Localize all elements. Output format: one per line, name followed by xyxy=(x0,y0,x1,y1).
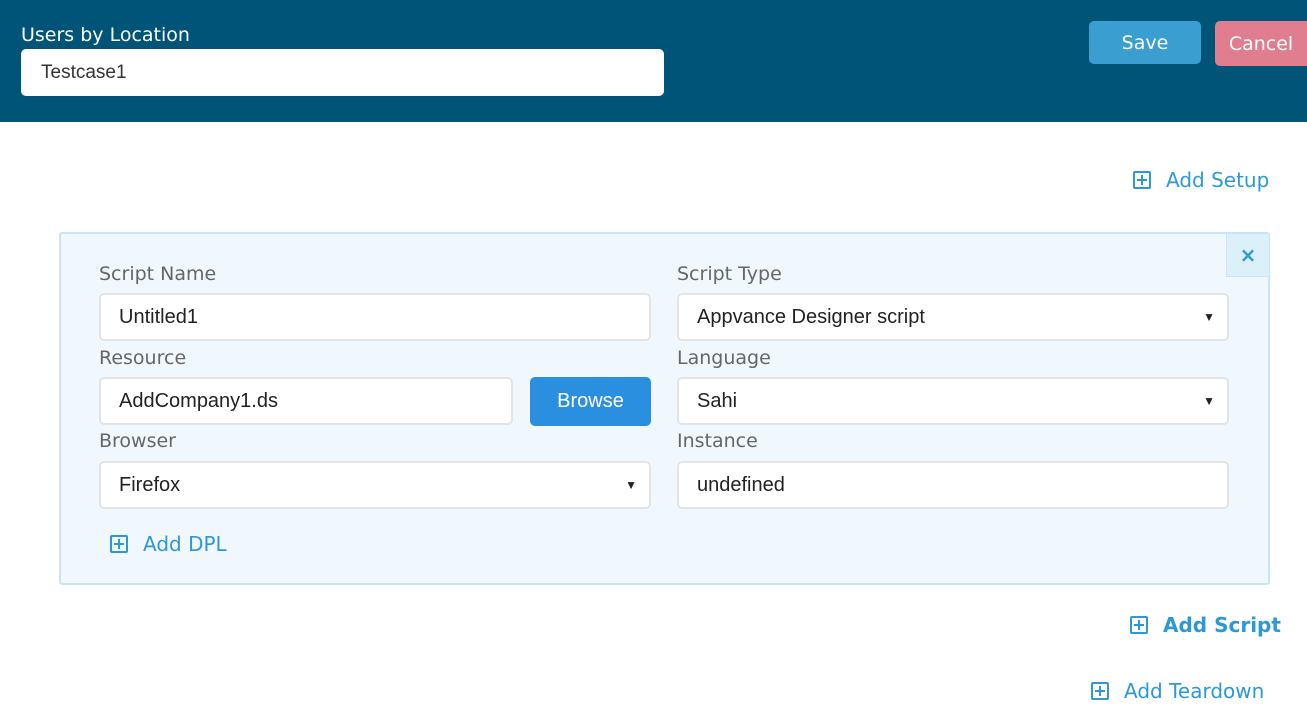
instance-input[interactable]: undefined xyxy=(677,461,1229,509)
instance-label: Instance xyxy=(677,430,758,452)
browser-value: Firefox xyxy=(119,473,181,496)
caret-down-icon: ▼ xyxy=(1203,394,1215,408)
browser-label: Browser xyxy=(99,430,176,452)
caret-down-icon: ▼ xyxy=(625,478,637,492)
testcase-name-input[interactable] xyxy=(21,49,664,96)
page-title: Users by Location xyxy=(21,24,190,46)
language-value: Sahi xyxy=(697,389,738,412)
add-dpl-label: Add DPL xyxy=(143,532,227,556)
add-script-link[interactable]: Add Script xyxy=(1130,612,1281,638)
resource-value: AddCompany1.ds xyxy=(119,389,278,412)
script-type-select[interactable]: Appvance Designer script ▼ xyxy=(677,293,1229,341)
script-type-value: Appvance Designer script xyxy=(697,305,925,328)
language-label: Language xyxy=(677,347,771,369)
instance-value: undefined xyxy=(697,473,785,496)
caret-down-icon: ▼ xyxy=(1203,310,1215,324)
script-name-input[interactable]: Untitled1 xyxy=(99,293,651,341)
cancel-button[interactable]: Cancel xyxy=(1215,21,1307,66)
add-script-label: Add Script xyxy=(1163,613,1281,637)
language-select[interactable]: Sahi ▼ xyxy=(677,377,1229,425)
script-type-label: Script Type xyxy=(677,263,782,285)
plus-square-icon xyxy=(110,535,128,553)
add-teardown-label: Add Teardown xyxy=(1124,679,1265,703)
add-setup-link[interactable]: Add Setup xyxy=(1133,167,1269,193)
browser-select[interactable]: Firefox ▼ xyxy=(99,461,651,509)
script-name-label: Script Name xyxy=(99,263,217,285)
add-setup-label: Add Setup xyxy=(1166,168,1270,192)
header-bar: Users by Location Save Cancel xyxy=(0,0,1307,122)
resource-label: Resource xyxy=(99,347,187,369)
save-button[interactable]: Save xyxy=(1089,21,1201,64)
resource-input[interactable]: AddCompany1.ds xyxy=(99,377,513,425)
add-dpl-link[interactable]: Add DPL xyxy=(110,531,227,557)
script-name-value: Untitled1 xyxy=(119,305,198,328)
browse-button[interactable]: Browse xyxy=(530,377,651,426)
plus-square-icon xyxy=(1130,616,1148,634)
close-icon[interactable]: × xyxy=(1226,234,1269,277)
plus-square-icon xyxy=(1133,171,1151,189)
plus-square-icon xyxy=(1091,682,1109,700)
add-teardown-link[interactable]: Add Teardown xyxy=(1091,678,1264,704)
